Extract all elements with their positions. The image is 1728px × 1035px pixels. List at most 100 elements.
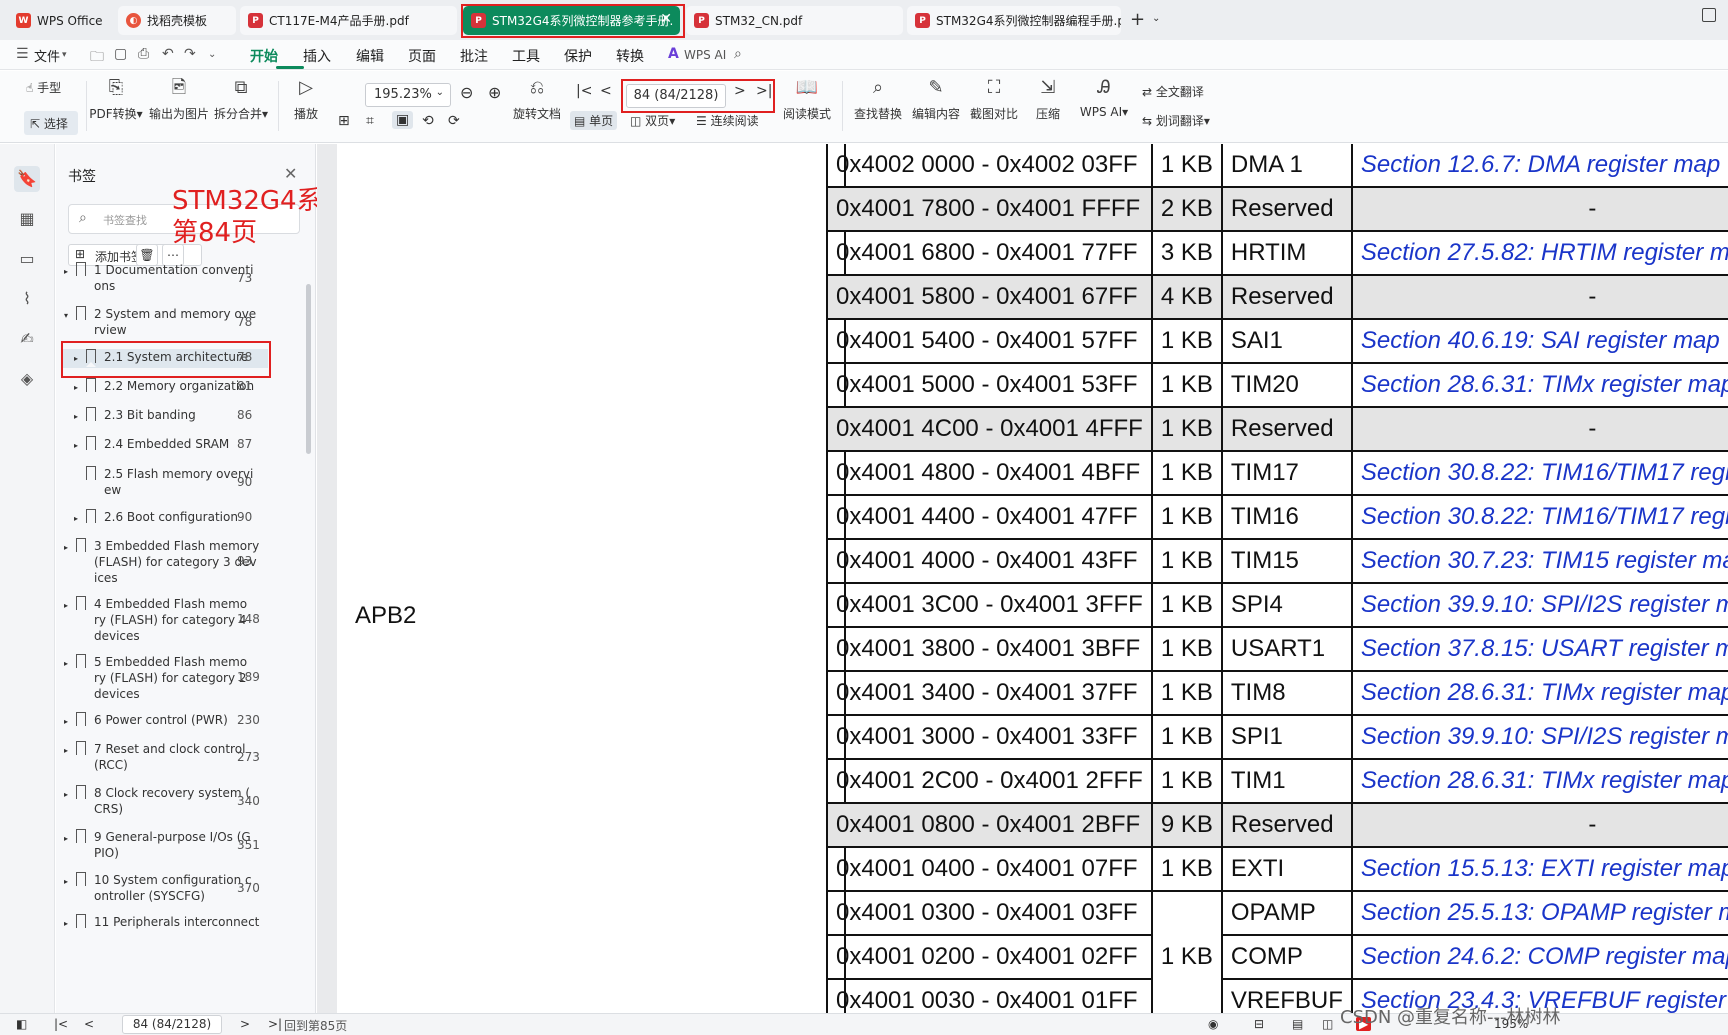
register-map-link[interactable]: Section 27.5.82: HRTIM register map [1350, 230, 1728, 276]
menu-icon[interactable]: ☰ [16, 46, 29, 62]
menu-start[interactable]: 开始 [250, 46, 278, 66]
register-map-link[interactable]: Section 39.9.10: SPI/I2S register map [1350, 714, 1728, 760]
caret-right-icon[interactable]: ▸ [64, 874, 68, 890]
rotate-right-icon[interactable]: ⟳ [448, 113, 460, 129]
back-to-page-link[interactable]: 回到第85页 [284, 1017, 347, 1034]
bookmark-item[interactable]: ▸ 1 Documentation conventi ons 73 [56, 262, 306, 296]
register-map-link[interactable]: Section 40.6.19: SAI register map [1350, 318, 1728, 364]
bookmark-item[interactable]: ▸ 5 Embedded Flash memo ry (FLASH) for ca… [56, 654, 306, 703]
comment-icon[interactable]: ▭ [14, 246, 40, 272]
chevron-down-icon[interactable]: ▾ [62, 50, 67, 60]
thumbnail-icon[interactable]: ▦ [14, 206, 40, 232]
caret-right-icon[interactable]: ▸ [74, 511, 78, 527]
double-page-button[interactable]: ◫ 双页▾ [630, 112, 675, 129]
open-folder-icon[interactable]: 🗀 [90, 46, 104, 70]
hand-tool-button[interactable]: ☝ 手型 [26, 79, 61, 96]
caret-right-icon[interactable]: ▸ [64, 743, 68, 759]
screenshot-compare-button[interactable]: ⛶ 截图对比 [968, 77, 1020, 122]
caret-right-icon[interactable]: ▸ [64, 831, 68, 847]
tab-stm32-cn[interactable]: P STM32_CN.pdf [686, 6, 903, 35]
fit-icon[interactable]: ⊟ [1254, 1017, 1264, 1031]
bookmark-item[interactable]: ▸ 2.6 Boot configuration 90 [56, 509, 306, 528]
fit-page-icon[interactable]: ⌗ [366, 113, 374, 129]
bookmark-item[interactable]: ▸ 2.3 Bit banding 86 [56, 407, 306, 426]
rotate-document-button[interactable]: ⎌ 旋转文档 [512, 77, 562, 122]
bookmark-item[interactable]: ▸ 6 Power control (PWR) 230 [56, 712, 306, 731]
caret-right-icon[interactable]: ▸ [64, 787, 68, 803]
first-page-icon[interactable]: |< [54, 1017, 68, 1031]
tab-stm32g4-programming[interactable]: P STM32G4系列微控制器编程手册.pdf [907, 6, 1121, 35]
register-map-link[interactable]: Section 30.7.23: TIM15 register map [1350, 538, 1728, 584]
chevron-down-icon[interactable]: ⌄ [1152, 13, 1160, 24]
tab-ct117e[interactable]: P CT117E-M4产品手册.pdf [240, 6, 457, 35]
bookmark-item[interactable]: ▸ 8 Clock recovery system ( CRS) 340 [56, 785, 306, 819]
compress-button[interactable]: ⇲ 压缩 [1030, 77, 1066, 122]
next-page-icon[interactable]: > [240, 1017, 250, 1031]
register-map-link[interactable]: Section 15.5.13: EXTI register map [1350, 846, 1728, 892]
select-tool-button[interactable]: ⇱ 选择 [24, 111, 78, 135]
prev-page-icon[interactable]: < [600, 83, 612, 99]
bookmark-item[interactable]: ▸ 7 Reset and clock control (RCC) 273 [56, 741, 306, 775]
caret-right-icon[interactable]: ▸ [64, 598, 68, 614]
prev-page-icon[interactable]: < [84, 1017, 94, 1031]
bookmark-item[interactable]: ▸ 2.2 Memory organization 81 [56, 378, 306, 397]
attachment-icon[interactable]: ⌇ [14, 286, 40, 312]
read-mode-button[interactable]: 📖 阅读模式 [780, 77, 834, 122]
bookmark-item[interactable]: ▾ 2 System and memory ove rview 78 [56, 306, 306, 340]
close-icon[interactable]: ✕ [284, 164, 297, 183]
play-button[interactable]: ▷ 播放 [290, 77, 322, 122]
split-merge-button[interactable]: ⧉ 拆分合并▾ [212, 77, 270, 122]
register-map-link[interactable]: Section 28.6.31: TIMx register map [1350, 670, 1728, 716]
search-icon[interactable]: ⌕ [734, 46, 742, 62]
sidebar-toggle-icon[interactable]: ◧ [16, 1017, 27, 1031]
undo-icon[interactable]: ↶ [162, 46, 174, 62]
register-map-link[interactable]: Section 37.8.15: USART register map [1350, 626, 1728, 672]
find-replace-button[interactable]: ⌕ 查找替换 [852, 77, 904, 122]
caret-down-icon[interactable]: ▾ [64, 308, 68, 324]
double-page-icon[interactable]: ◫ [1322, 1017, 1333, 1031]
print-icon[interactable]: ⎙ [138, 46, 149, 62]
zoom-select[interactable]: 195.23% ⌄ [365, 83, 451, 107]
register-map-link[interactable]: Section 30.8.22: TIM16/TIM17 register ma… [1350, 450, 1728, 496]
register-map-link[interactable]: Section 28.6.31: TIMx register map [1350, 758, 1728, 804]
bookmark-item[interactable]: ▸ 11 Peripherals interconnect [56, 914, 306, 933]
fit-width-icon[interactable]: ▣ [392, 111, 414, 129]
register-map-link[interactable]: Section 25.5.13: OPAMP register map [1350, 890, 1728, 936]
document-view[interactable]: APB2 0x4002 0000 - 0x4002 03FF 1 KB DMA 1S… [317, 144, 1728, 1013]
bookmark-item[interactable]: ▸ 2.4 Embedded SRAM 87 [56, 436, 306, 455]
menu-page[interactable]: 页面 [408, 46, 436, 66]
save-icon[interactable]: ▢ [114, 46, 127, 62]
tab-wps-office[interactable]: W WPS Office [8, 6, 112, 35]
single-page-button[interactable]: ▤ 单页 [570, 111, 618, 130]
bookmark-item[interactable]: 2.5 Flash memory overvi ew 90 [56, 466, 306, 500]
actual-size-icon[interactable]: ⊞ [338, 113, 350, 129]
redo-icon[interactable]: ↷ [184, 46, 196, 62]
caret-right-icon[interactable]: ▸ [64, 264, 68, 280]
new-tab-icon[interactable]: + [1130, 9, 1145, 30]
caret-right-icon[interactable]: ▸ [64, 656, 68, 672]
menu-edit[interactable]: 编辑 [356, 46, 384, 66]
wps-ai-button[interactable]: Ꭿ WPS AI▾ [1076, 77, 1132, 119]
caret-right-icon[interactable]: ▸ [64, 714, 68, 730]
edit-content-button[interactable]: ✎ 编辑内容 [910, 77, 962, 122]
register-map-link[interactable]: Section 12.6.7: DMA register map [1350, 144, 1728, 188]
register-map-link[interactable]: Section 30.8.22: TIM16/TIM17 register ma… [1350, 494, 1728, 540]
menu-tools[interactable]: 工具 [512, 46, 540, 66]
caret-right-icon[interactable]: ▸ [74, 380, 78, 396]
bookmark-item[interactable]: ▸ 9 General-purpose I/Os (G PIO) 351 [56, 829, 306, 863]
pdf-convert-button[interactable]: ⎘ PDF转换▾ [88, 77, 144, 122]
last-page-icon[interactable]: >| [268, 1017, 282, 1031]
export-image-button[interactable]: 🖻 输出为图片 [148, 77, 210, 122]
eye-icon[interactable]: ◉ [1208, 1017, 1218, 1031]
caret-right-icon[interactable]: ▸ [64, 540, 68, 556]
bookmark-item[interactable]: ▸ 10 System configuration c ontroller (SY… [56, 872, 306, 906]
menu-protect[interactable]: 保护 [564, 46, 592, 66]
zoom-in-icon[interactable]: ⊕ [488, 83, 501, 102]
menu-insert[interactable]: 插入 [303, 46, 331, 66]
caret-right-icon[interactable]: ▸ [74, 409, 78, 425]
bookmark-item[interactable]: ▸ 4 Embedded Flash memo ry (FLASH) for ca… [56, 596, 306, 645]
layers-icon[interactable]: ◈ [14, 366, 40, 392]
menu-file[interactable]: 文件 [34, 46, 60, 65]
window-restore-icon[interactable] [1702, 8, 1716, 22]
caret-right-icon[interactable]: ▸ [74, 438, 78, 454]
